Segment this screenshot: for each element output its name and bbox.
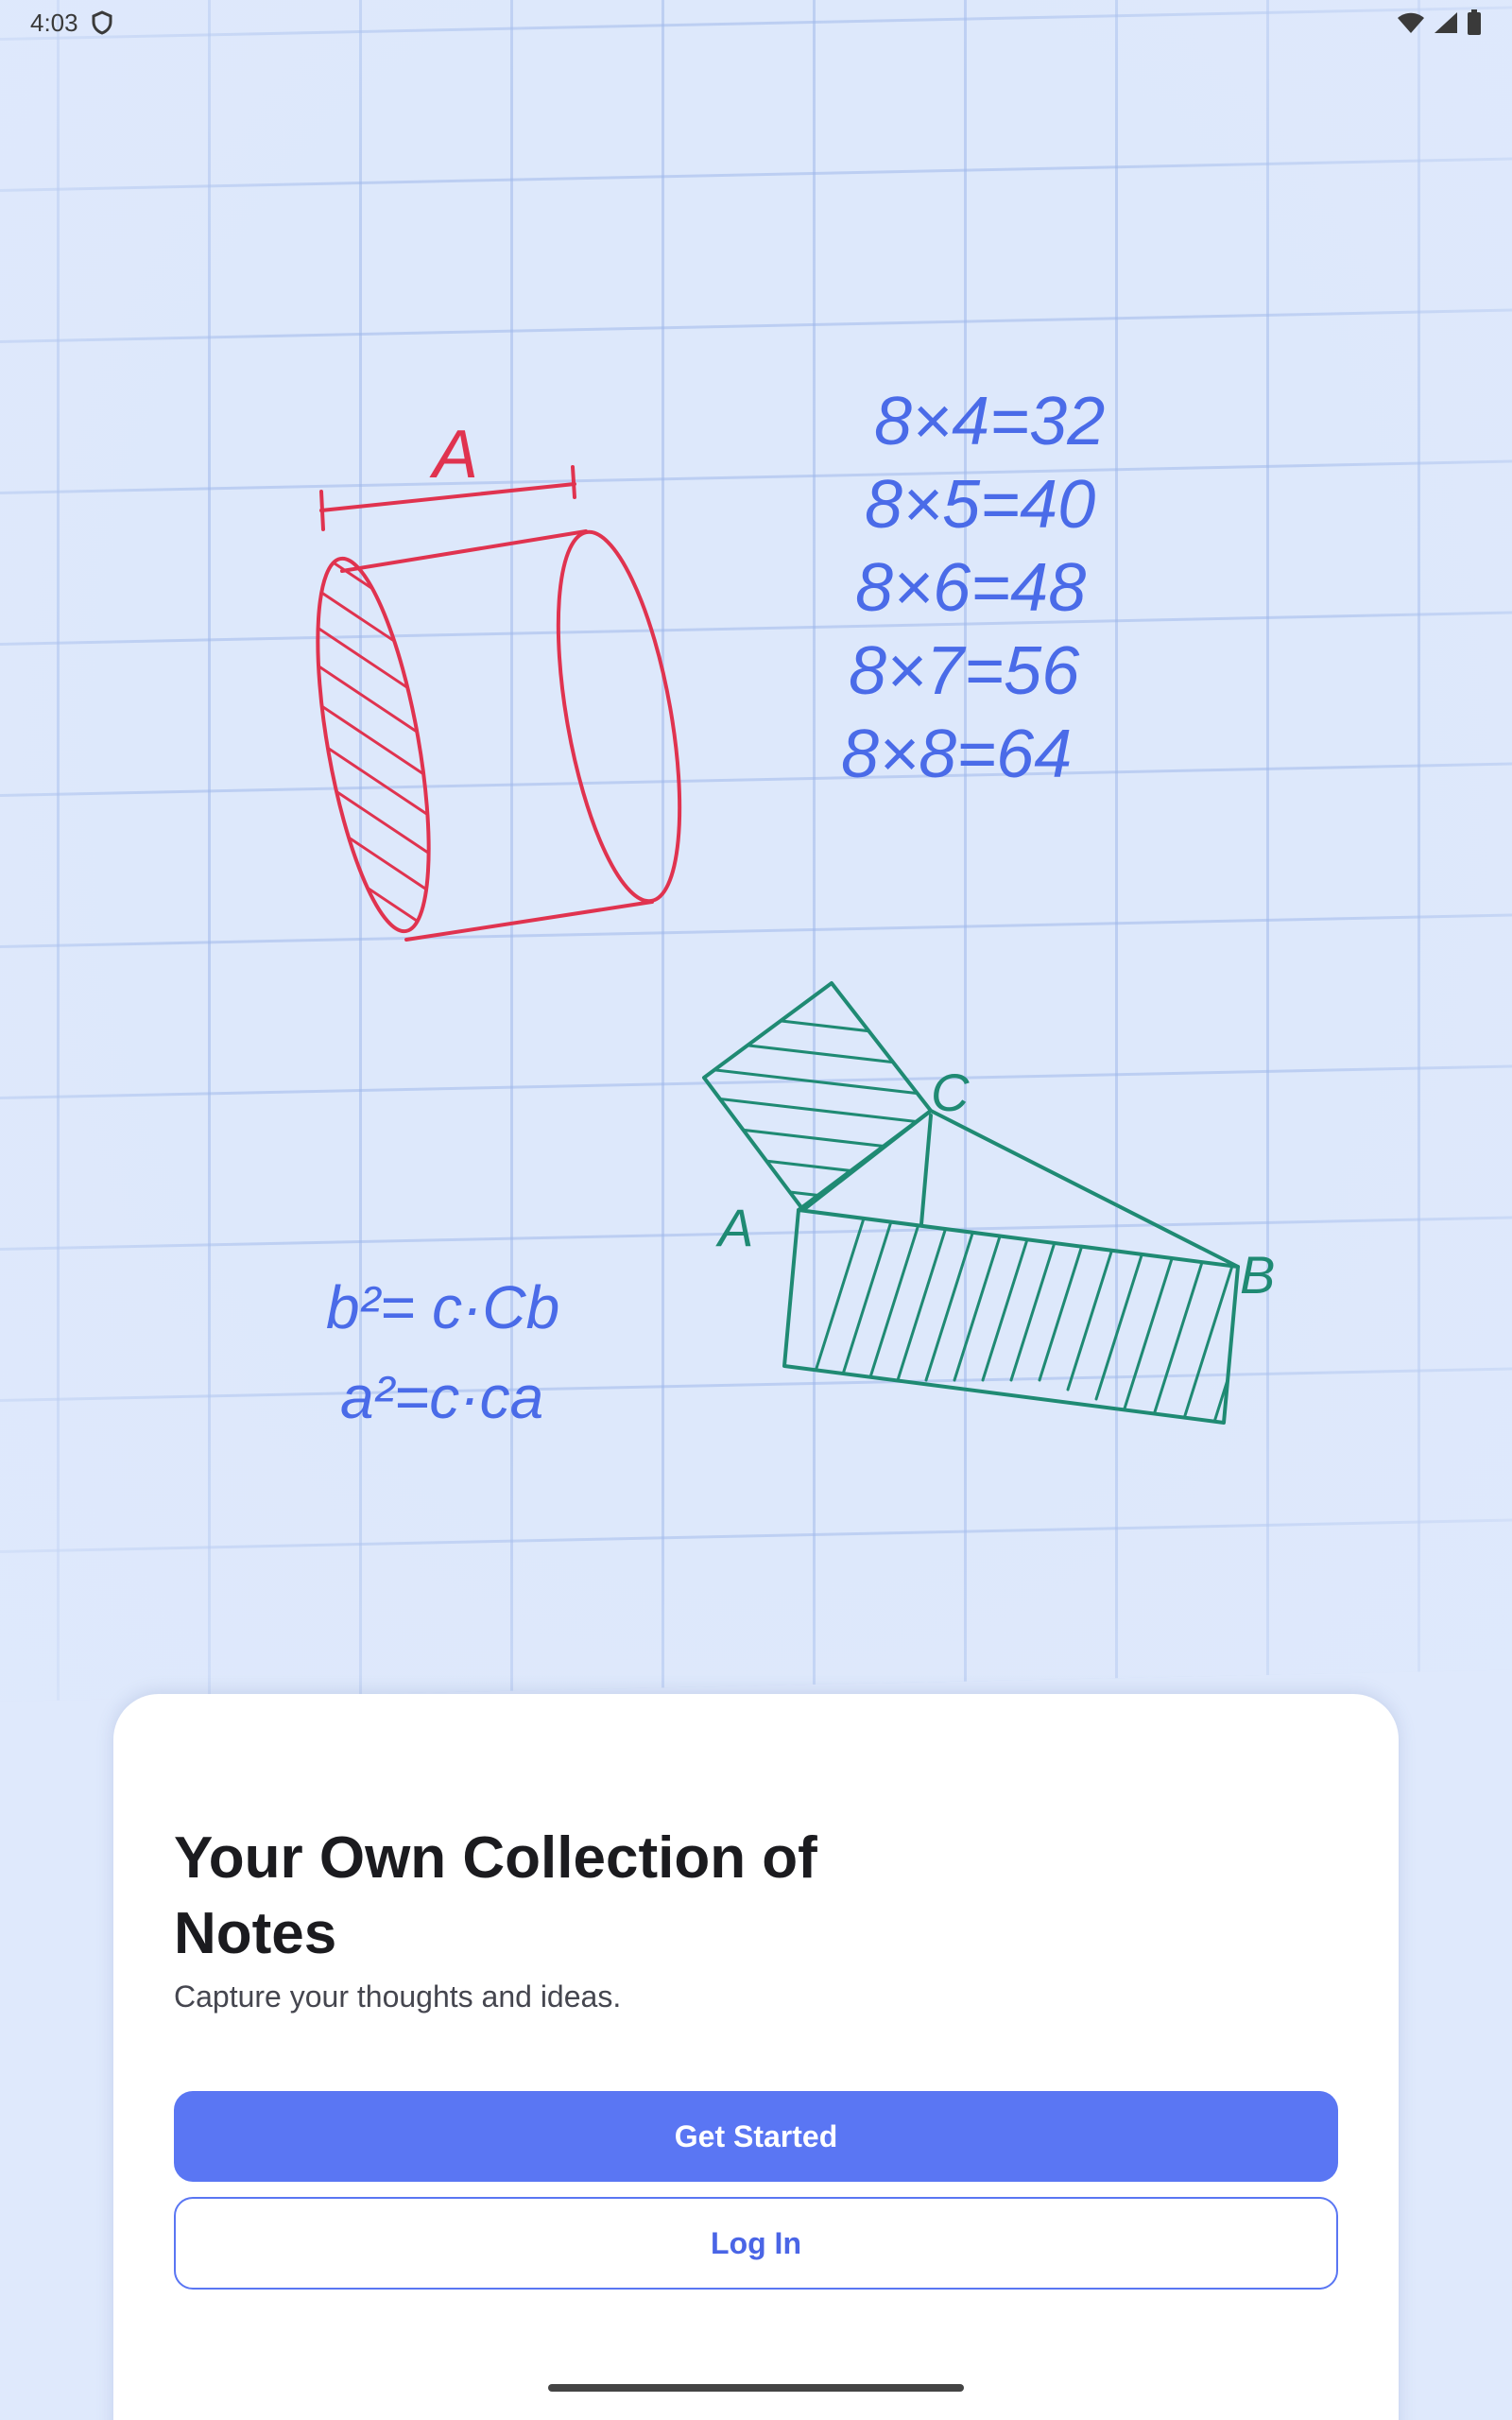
formulas: b²= c·Cb a²=c·ca bbox=[326, 1273, 559, 1431]
log-in-button[interactable]: Log In bbox=[174, 2197, 1338, 2290]
triangle-label-c: C bbox=[931, 1063, 970, 1122]
triangle-label-b: B bbox=[1240, 1245, 1275, 1305]
triangle-label-a: A bbox=[715, 1198, 753, 1257]
home-indicator[interactable] bbox=[548, 2384, 964, 2392]
cylinder-label: A bbox=[429, 417, 478, 493]
cylinder-drawing: A bbox=[295, 417, 682, 942]
multiplication-table: 8×4=32 8×5=40 8×6=48 8×7=56 8×8=64 bbox=[841, 384, 1105, 792]
mult-line-4: 8×7=56 bbox=[849, 633, 1080, 709]
mult-line-2: 8×5=40 bbox=[865, 467, 1095, 543]
notes-illustration: A 8×4=32 8×5=40 8×6=48 8×7=56 8×8=64 b²=… bbox=[295, 384, 1275, 1431]
mult-line-1: 8×4=32 bbox=[874, 384, 1105, 459]
onboarding-title: Your Own Collection of Notes bbox=[174, 1825, 817, 1966]
mult-line-5: 8×8=64 bbox=[841, 717, 1072, 792]
onboarding-subtitle: Capture your thoughts and ideas. bbox=[174, 1979, 622, 2014]
get-started-button[interactable]: Get Started bbox=[174, 2091, 1338, 2182]
mult-line-3: 8×6=48 bbox=[855, 550, 1086, 626]
onboarding-card: Your Own Collection of Notes Capture you… bbox=[113, 1694, 1399, 2420]
formula-2: a²=c·ca bbox=[340, 1363, 543, 1431]
formula-1: b²= c·Cb bbox=[326, 1273, 559, 1341]
triangle-drawing bbox=[702, 981, 1240, 1425]
